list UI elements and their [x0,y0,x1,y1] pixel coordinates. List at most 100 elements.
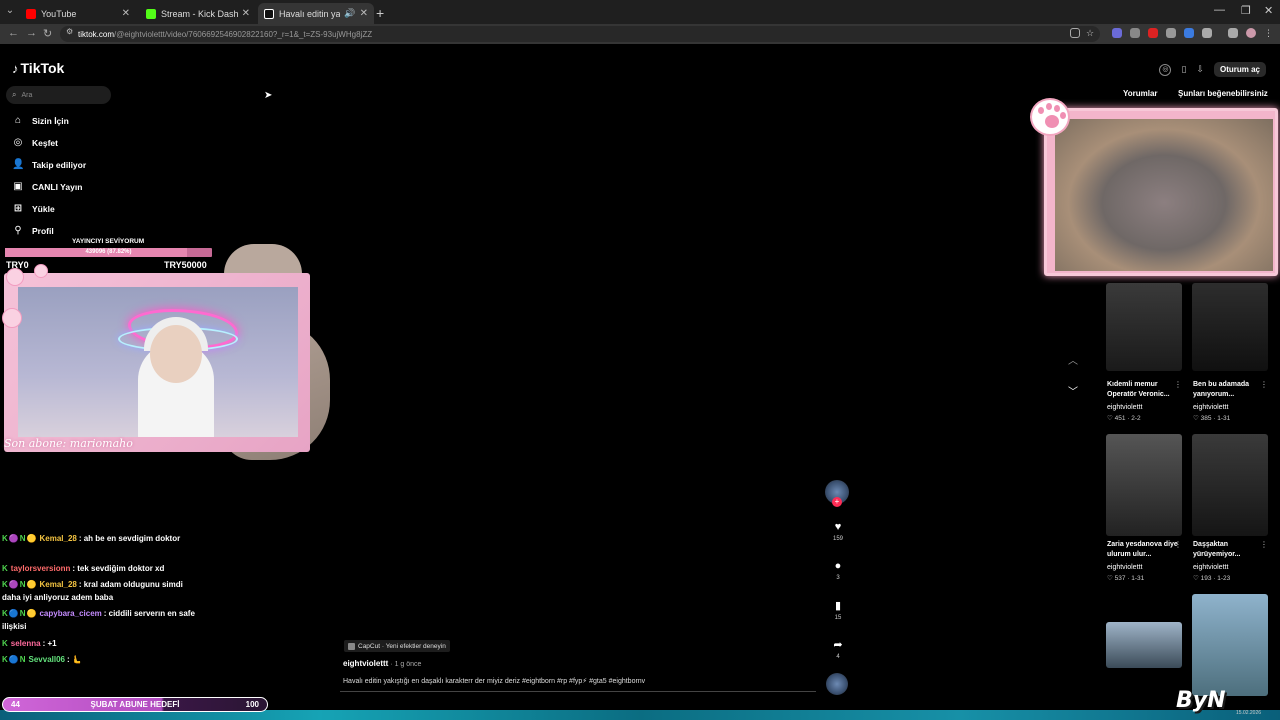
reload-icon[interactable]: ↻ [43,27,52,40]
chat-username: Kemal_28 [39,534,77,543]
sidebar-item-label: Sizin İçin [32,116,69,126]
back-icon[interactable]: ← [8,27,19,39]
extension-icon[interactable] [1130,28,1140,38]
suggested-video-thumb[interactable] [1106,622,1182,668]
save-button[interactable]: ▮ 15 [828,599,848,621]
music-disc-icon[interactable] [826,673,848,695]
new-tab-icon[interactable]: + [376,5,384,21]
streamer-watermark: ByN [1176,688,1226,713]
window-close-icon[interactable]: ✕ [1264,4,1273,17]
video-progress-bar[interactable] [340,691,816,692]
capcut-link[interactable]: CapCut · Yeni efektler deneyin [344,640,450,652]
close-icon[interactable]: ✕ [360,8,368,19]
chat-username: Kemal_28 [39,580,77,589]
share-button[interactable]: ➦ 4 [828,638,848,660]
suggested-video-author[interactable]: eightviolettt [1107,564,1142,571]
bookmark-star-icon[interactable]: ☆ [1086,28,1096,38]
close-icon[interactable]: ✕ [242,8,250,19]
sidebar-item-following[interactable]: 👤 Takip ediliyor [12,157,86,173]
url-input[interactable]: tiktok.com/@eightviolettt/video/76066925… [60,26,1100,42]
extension-icon[interactable] [1112,28,1122,38]
suggested-video-stats: ♡ 385 · 1-31 [1193,415,1231,422]
chat-username: Sevvall06 [28,655,65,664]
tab-youtube[interactable]: YouTube ✕ [20,3,136,24]
sidebar-item-label: Keşfet [32,138,58,148]
tiktok-icon [264,8,274,19]
site-info-icon[interactable]: ⚙ [66,27,73,36]
browser-tab-bar: ⌄ YouTube ✕ Stream - Kick Dashboard ✕ Ha… [0,0,1280,24]
coins-icon[interactable]: ◎ [1159,63,1172,76]
suggested-video-author[interactable]: eightviolettt [1193,564,1228,571]
suggested-video-author[interactable]: eightviolettt [1193,404,1228,411]
cat-decoration [224,244,302,274]
chat-username: selenna [10,639,41,648]
sidebar-item-label: CANLI Yayın [32,182,83,192]
device-icon[interactable]: ▯ [1181,64,1186,75]
like-button[interactable]: ♥ 159 [828,521,848,542]
suggested-video-author[interactable]: eightviolettt [1107,404,1142,411]
chevron-down-icon[interactable]: ﹀ [1068,383,1078,398]
search-icon: ⌕ [12,90,17,99]
logo-text: TikTok [20,60,65,76]
sidebar-item-for-you[interactable]: ⌂ Sizin İçin [12,113,69,129]
speaker-icon[interactable]: 🔊 [344,8,355,19]
suggested-video-thumb[interactable] [1192,594,1268,696]
chat-message: K🔵N🟡 capybara_cicem: ciddili serverın en … [2,607,202,633]
browser-menu-icon[interactable]: ⋮ [1264,28,1274,38]
minimize-icon[interactable]: — [1214,4,1225,16]
tab-search-icon[interactable]: ⌄ [4,5,16,19]
flower-icon [6,268,24,286]
webcam-feed [18,287,298,437]
sub-goal-current: 44 [11,700,20,709]
install-icon[interactable] [1070,28,1080,38]
extension-icon[interactable] [1148,28,1158,38]
close-icon[interactable]: ✕ [122,8,130,19]
tab-comments[interactable]: Yorumlar [1123,89,1158,98]
extension-icon[interactable] [1184,28,1194,38]
suggested-video-thumb[interactable] [1192,283,1268,371]
sidebar-item-upload[interactable]: ⊞ Yükle [12,201,55,217]
extensions-puzzle-icon[interactable] [1202,28,1212,38]
sidebar-item-profile[interactable]: ⚲ Profil [12,223,54,239]
suggested-video-thumb[interactable] [1106,434,1182,536]
profile-avatar-icon[interactable] [1246,28,1256,38]
last-subscriber-text: Son abone: mariomaho [4,437,133,450]
suggested-video-thumb[interactable] [1192,434,1268,536]
more-icon[interactable]: ⋮ [1260,540,1268,549]
comment-count: 3 [836,575,840,581]
tiktok-logo[interactable]: ♪ TikTok [12,60,64,76]
sidebar-item-label: Takip ediliyor [32,160,87,170]
header-actions: ◎ ▯ ⇩ Oturum aç [1159,62,1266,77]
maximize-icon[interactable]: ❐ [1241,4,1251,17]
more-icon[interactable]: ⋮ [1174,380,1182,389]
more-icon[interactable]: ⋮ [1260,380,1268,389]
follow-plus-icon[interactable]: + [832,497,842,507]
sidebar-item-label: Profil [32,226,54,236]
download-icon[interactable]: ⇩ [1196,64,1204,75]
chevron-up-icon[interactable]: ︿ [1068,352,1078,367]
more-icon[interactable]: ⋮ [1174,540,1182,549]
search-input[interactable]: ⌕ Ara [6,86,111,104]
stats-text: 451 · 2-2 [1114,415,1141,422]
login-button[interactable]: Oturum aç [1213,62,1266,77]
tab-suggested[interactable]: Şunları beğenebilirsiniz [1178,89,1268,98]
tab-kick[interactable]: Stream - Kick Dashboard ✕ [140,3,256,24]
chat-message: Ktaylorsversionn: tek sevdiğim doktor xd [2,562,202,575]
comment-button[interactable]: ● 3 [828,560,848,581]
suggested-video-thumb[interactable] [1106,283,1182,371]
tab-tiktok[interactable]: Havalı editin yakıştığı en da 🔊 ✕ [258,3,374,24]
suggested-video-stats: ♡ 451 · 2-2 [1107,415,1141,422]
sidebar-item-live[interactable]: ▣ CANLI Yayın [12,179,82,195]
forward-icon[interactable]: → [26,27,37,39]
heart-icon: ♥ [834,521,842,533]
media-icon[interactable] [1228,28,1238,38]
video-author[interactable]: eightviolettt · 1 g önce [343,659,421,668]
comment-icon: ● [834,560,842,572]
bookmark-icon: ▮ [834,600,842,612]
watermark-date: 15.02.2026 [1236,710,1262,716]
chat-text: : +1 [42,639,57,648]
sidebar-item-explore[interactable]: ◎ Keşfet [12,135,58,151]
flower-icon [34,264,48,278]
live-icon: ▣ [13,181,23,192]
extension-icon[interactable] [1166,28,1176,38]
